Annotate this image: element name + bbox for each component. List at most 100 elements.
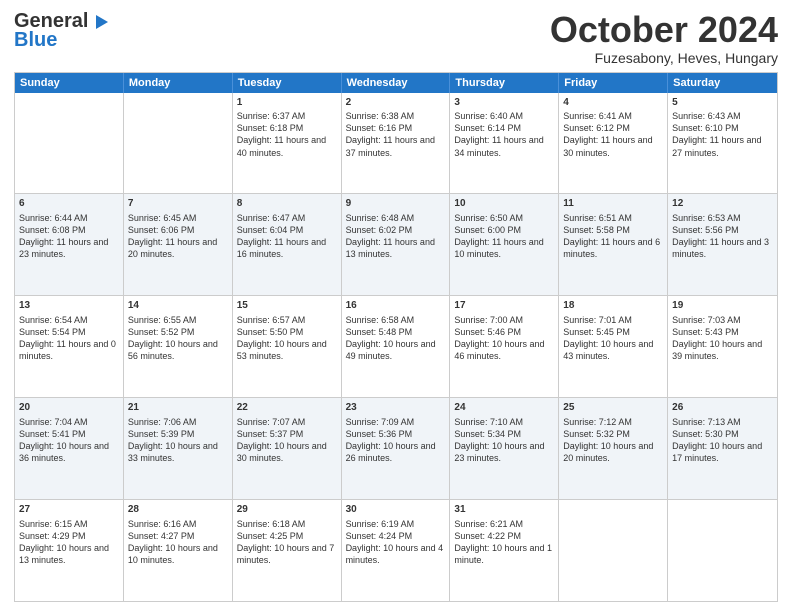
cell-info: Sunrise: 6:16 AMSunset: 4:27 PMDaylight:… xyxy=(128,518,228,567)
calendar-cell: 4Sunrise: 6:41 AMSunset: 6:12 PMDaylight… xyxy=(559,93,668,194)
day-number: 10 xyxy=(454,197,554,211)
header: General Blue October 2024 Fuzesabony, He… xyxy=(14,10,778,66)
cell-info: Sunrise: 6:53 AMSunset: 5:56 PMDaylight:… xyxy=(672,212,773,261)
cell-info: Sunrise: 7:07 AMSunset: 5:37 PMDaylight:… xyxy=(237,416,337,465)
calendar-cell: 8Sunrise: 6:47 AMSunset: 6:04 PMDaylight… xyxy=(233,194,342,295)
calendar-cell: 1Sunrise: 6:37 AMSunset: 6:18 PMDaylight… xyxy=(233,93,342,194)
calendar-row-2: 13Sunrise: 6:54 AMSunset: 5:54 PMDayligh… xyxy=(15,295,777,397)
title-area: October 2024 Fuzesabony, Heves, Hungary xyxy=(550,10,778,66)
cell-info: Sunrise: 6:48 AMSunset: 6:02 PMDaylight:… xyxy=(346,212,446,261)
day-number: 2 xyxy=(346,96,446,110)
calendar-cell: 9Sunrise: 6:48 AMSunset: 6:02 PMDaylight… xyxy=(342,194,451,295)
calendar-cell: 12Sunrise: 6:53 AMSunset: 5:56 PMDayligh… xyxy=(668,194,777,295)
cell-info: Sunrise: 6:55 AMSunset: 5:52 PMDaylight:… xyxy=(128,314,228,363)
day-number: 23 xyxy=(346,401,446,415)
month-title: October 2024 xyxy=(550,10,778,50)
cell-info: Sunrise: 6:19 AMSunset: 4:24 PMDaylight:… xyxy=(346,518,446,567)
cell-info: Sunrise: 6:50 AMSunset: 6:00 PMDaylight:… xyxy=(454,212,554,261)
location-subtitle: Fuzesabony, Heves, Hungary xyxy=(550,50,778,66)
calendar-cell: 11Sunrise: 6:51 AMSunset: 5:58 PMDayligh… xyxy=(559,194,668,295)
calendar-cell: 25Sunrise: 7:12 AMSunset: 5:32 PMDayligh… xyxy=(559,398,668,499)
calendar-cell: 17Sunrise: 7:00 AMSunset: 5:46 PMDayligh… xyxy=(450,296,559,397)
day-number: 27 xyxy=(19,503,119,517)
day-number: 30 xyxy=(346,503,446,517)
cell-info: Sunrise: 6:21 AMSunset: 4:22 PMDaylight:… xyxy=(454,518,554,567)
cell-info: Sunrise: 7:10 AMSunset: 5:34 PMDaylight:… xyxy=(454,416,554,465)
day-number: 24 xyxy=(454,401,554,415)
calendar-cell: 19Sunrise: 7:03 AMSunset: 5:43 PMDayligh… xyxy=(668,296,777,397)
logo: General Blue xyxy=(14,10,110,52)
calendar-header: SundayMondayTuesdayWednesdayThursdayFrid… xyxy=(15,73,777,93)
cell-info: Sunrise: 6:37 AMSunset: 6:18 PMDaylight:… xyxy=(237,110,337,159)
weekday-header-saturday: Saturday xyxy=(668,73,777,93)
calendar-cell xyxy=(559,500,668,601)
cell-info: Sunrise: 6:18 AMSunset: 4:25 PMDaylight:… xyxy=(237,518,337,567)
calendar-row-0: 1Sunrise: 6:37 AMSunset: 6:18 PMDaylight… xyxy=(15,93,777,194)
cell-info: Sunrise: 6:40 AMSunset: 6:14 PMDaylight:… xyxy=(454,110,554,159)
cell-info: Sunrise: 6:58 AMSunset: 5:48 PMDaylight:… xyxy=(346,314,446,363)
calendar-cell: 3Sunrise: 6:40 AMSunset: 6:14 PMDaylight… xyxy=(450,93,559,194)
calendar-body: 1Sunrise: 6:37 AMSunset: 6:18 PMDaylight… xyxy=(15,93,777,601)
calendar-cell: 27Sunrise: 6:15 AMSunset: 4:29 PMDayligh… xyxy=(15,500,124,601)
day-number: 11 xyxy=(563,197,663,211)
cell-info: Sunrise: 7:09 AMSunset: 5:36 PMDaylight:… xyxy=(346,416,446,465)
day-number: 15 xyxy=(237,299,337,313)
weekday-header-thursday: Thursday xyxy=(450,73,559,93)
calendar-cell xyxy=(668,500,777,601)
calendar-cell: 26Sunrise: 7:13 AMSunset: 5:30 PMDayligh… xyxy=(668,398,777,499)
cell-info: Sunrise: 6:45 AMSunset: 6:06 PMDaylight:… xyxy=(128,212,228,261)
calendar-row-4: 27Sunrise: 6:15 AMSunset: 4:29 PMDayligh… xyxy=(15,499,777,601)
day-number: 22 xyxy=(237,401,337,415)
calendar-cell: 21Sunrise: 7:06 AMSunset: 5:39 PMDayligh… xyxy=(124,398,233,499)
day-number: 28 xyxy=(128,503,228,517)
calendar-cell: 7Sunrise: 6:45 AMSunset: 6:06 PMDaylight… xyxy=(124,194,233,295)
calendar-cell: 10Sunrise: 6:50 AMSunset: 6:00 PMDayligh… xyxy=(450,194,559,295)
page: General Blue October 2024 Fuzesabony, He… xyxy=(0,0,792,612)
logo-triangle-icon xyxy=(88,11,110,33)
cell-info: Sunrise: 6:54 AMSunset: 5:54 PMDaylight:… xyxy=(19,314,119,363)
calendar-cell: 18Sunrise: 7:01 AMSunset: 5:45 PMDayligh… xyxy=(559,296,668,397)
calendar-row-3: 20Sunrise: 7:04 AMSunset: 5:41 PMDayligh… xyxy=(15,397,777,499)
calendar-cell: 6Sunrise: 6:44 AMSunset: 6:08 PMDaylight… xyxy=(15,194,124,295)
cell-info: Sunrise: 7:03 AMSunset: 5:43 PMDaylight:… xyxy=(672,314,773,363)
cell-info: Sunrise: 7:04 AMSunset: 5:41 PMDaylight:… xyxy=(19,416,119,465)
calendar-cell: 14Sunrise: 6:55 AMSunset: 5:52 PMDayligh… xyxy=(124,296,233,397)
day-number: 14 xyxy=(128,299,228,313)
calendar-cell: 29Sunrise: 6:18 AMSunset: 4:25 PMDayligh… xyxy=(233,500,342,601)
calendar-cell: 28Sunrise: 6:16 AMSunset: 4:27 PMDayligh… xyxy=(124,500,233,601)
day-number: 26 xyxy=(672,401,773,415)
cell-info: Sunrise: 6:47 AMSunset: 6:04 PMDaylight:… xyxy=(237,212,337,261)
calendar-cell: 31Sunrise: 6:21 AMSunset: 4:22 PMDayligh… xyxy=(450,500,559,601)
calendar-cell: 5Sunrise: 6:43 AMSunset: 6:10 PMDaylight… xyxy=(668,93,777,194)
cell-info: Sunrise: 6:41 AMSunset: 6:12 PMDaylight:… xyxy=(563,110,663,159)
day-number: 16 xyxy=(346,299,446,313)
day-number: 25 xyxy=(563,401,663,415)
day-number: 8 xyxy=(237,197,337,211)
calendar-cell xyxy=(15,93,124,194)
calendar-cell: 23Sunrise: 7:09 AMSunset: 5:36 PMDayligh… xyxy=(342,398,451,499)
calendar-cell: 15Sunrise: 6:57 AMSunset: 5:50 PMDayligh… xyxy=(233,296,342,397)
day-number: 20 xyxy=(19,401,119,415)
day-number: 6 xyxy=(19,197,119,211)
day-number: 18 xyxy=(563,299,663,313)
calendar-row-1: 6Sunrise: 6:44 AMSunset: 6:08 PMDaylight… xyxy=(15,193,777,295)
calendar-cell xyxy=(124,93,233,194)
weekday-header-tuesday: Tuesday xyxy=(233,73,342,93)
day-number: 7 xyxy=(128,197,228,211)
day-number: 29 xyxy=(237,503,337,517)
day-number: 31 xyxy=(454,503,554,517)
cell-info: Sunrise: 6:51 AMSunset: 5:58 PMDaylight:… xyxy=(563,212,663,261)
cell-info: Sunrise: 7:13 AMSunset: 5:30 PMDaylight:… xyxy=(672,416,773,465)
calendar-cell: 2Sunrise: 6:38 AMSunset: 6:16 PMDaylight… xyxy=(342,93,451,194)
cell-info: Sunrise: 7:00 AMSunset: 5:46 PMDaylight:… xyxy=(454,314,554,363)
calendar-cell: 24Sunrise: 7:10 AMSunset: 5:34 PMDayligh… xyxy=(450,398,559,499)
calendar: SundayMondayTuesdayWednesdayThursdayFrid… xyxy=(14,72,778,602)
weekday-header-sunday: Sunday xyxy=(15,73,124,93)
day-number: 3 xyxy=(454,96,554,110)
cell-info: Sunrise: 7:12 AMSunset: 5:32 PMDaylight:… xyxy=(563,416,663,465)
weekday-header-wednesday: Wednesday xyxy=(342,73,451,93)
day-number: 9 xyxy=(346,197,446,211)
day-number: 17 xyxy=(454,299,554,313)
cell-info: Sunrise: 7:06 AMSunset: 5:39 PMDaylight:… xyxy=(128,416,228,465)
cell-info: Sunrise: 6:57 AMSunset: 5:50 PMDaylight:… xyxy=(237,314,337,363)
